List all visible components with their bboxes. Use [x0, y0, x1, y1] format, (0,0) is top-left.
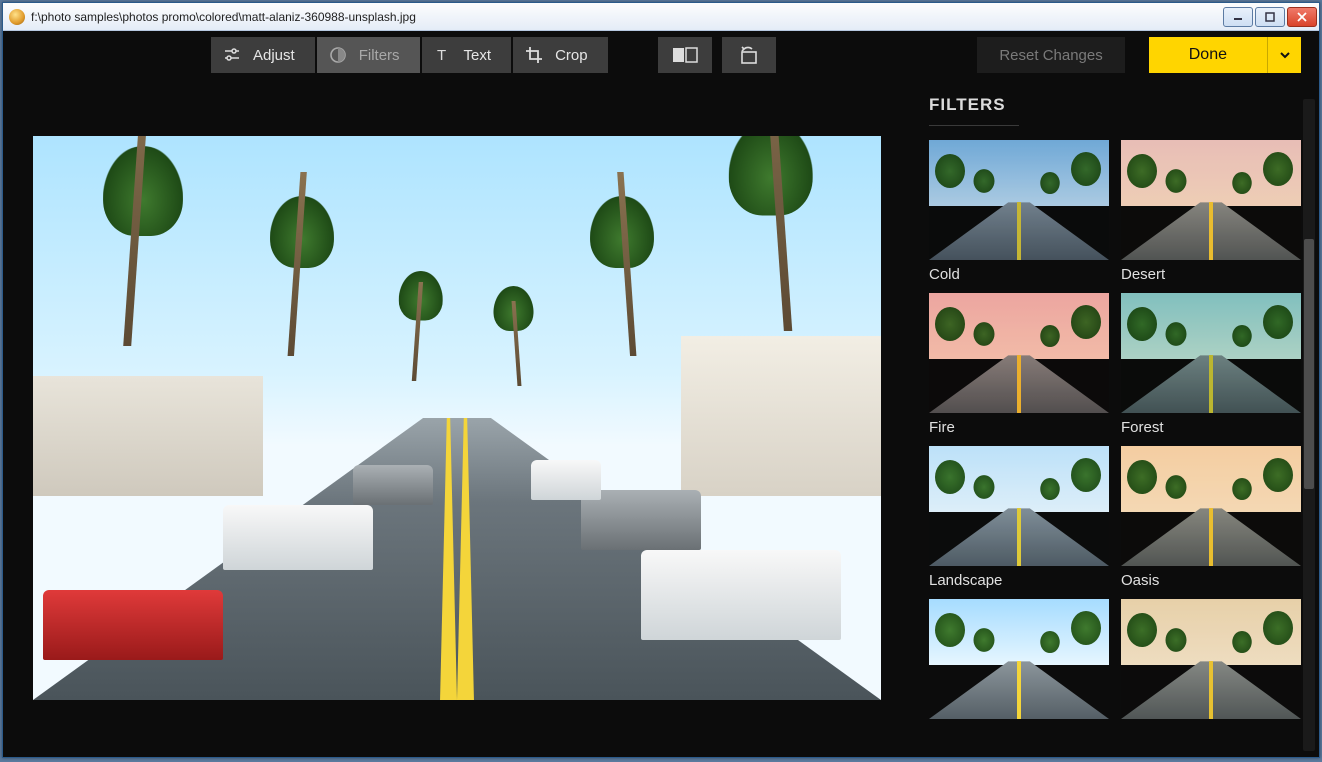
filter-label: Landscape	[929, 572, 1109, 589]
minimize-button[interactable]	[1223, 7, 1253, 27]
filter-circle-icon	[329, 46, 347, 64]
content-area: FILTERS Cold Desert Fire Forest Landscape Oas…	[3, 79, 1319, 757]
filter-label: Desert	[1121, 266, 1301, 283]
window-buttons	[1223, 7, 1317, 27]
window-title: f:\photo samples\photos promo\colored\ma…	[31, 10, 1223, 24]
filter-label: Forest	[1121, 419, 1301, 436]
minimize-icon	[1233, 12, 1243, 22]
app-window: f:\photo samples\photos promo\colored\ma…	[2, 2, 1320, 758]
filter-item-oasis[interactable]: Oasis	[1121, 446, 1301, 589]
filter-thumbnail	[1121, 293, 1301, 413]
filter-item-fire[interactable]: Fire	[929, 293, 1109, 436]
app-icon	[9, 9, 25, 25]
scrollbar-thumb[interactable]	[1304, 239, 1314, 489]
tab-text[interactable]: T Text	[422, 37, 512, 73]
tab-label: Adjust	[253, 47, 295, 64]
util-buttons	[658, 37, 776, 73]
filters-sidebar: FILTERS Cold Desert Fire Forest Landscape Oas…	[911, 79, 1319, 757]
filter-item-forest[interactable]: Forest	[1121, 293, 1301, 436]
reset-label: Reset Changes	[999, 47, 1102, 64]
filter-item-desert[interactable]: Desert	[1121, 140, 1301, 283]
image-preview[interactable]	[33, 136, 881, 700]
filter-label: Fire	[929, 419, 1109, 436]
compare-icon	[672, 47, 698, 63]
filter-label: Cold	[929, 266, 1109, 283]
filter-thumbnail	[929, 446, 1109, 566]
toolbar: Adjust Filters T Text	[3, 31, 1319, 79]
done-group: Done	[1149, 37, 1301, 73]
filter-grid[interactable]: Cold Desert Fire Forest Landscape Oasis	[929, 140, 1319, 757]
close-icon	[1297, 12, 1307, 22]
filter-label: Oasis	[1121, 572, 1301, 589]
rotate-button[interactable]	[722, 37, 776, 73]
crop-icon	[525, 46, 543, 64]
svg-text:T: T	[437, 47, 446, 64]
filter-item-cold[interactable]: Cold	[929, 140, 1109, 283]
tab-label: Crop	[555, 47, 588, 64]
filter-thumbnail	[1121, 599, 1301, 719]
filter-item-landscape[interactable]: Landscape	[929, 446, 1109, 589]
done-dropdown[interactable]	[1267, 37, 1301, 73]
filter-thumbnail	[929, 599, 1109, 719]
filter-thumbnail	[1121, 446, 1301, 566]
tool-tabs: Adjust Filters T Text	[211, 37, 608, 73]
titlebar[interactable]: f:\photo samples\photos promo\colored\ma…	[3, 3, 1319, 31]
close-button[interactable]	[1287, 7, 1317, 27]
scrollbar[interactable]	[1303, 99, 1315, 751]
canvas-area	[3, 79, 911, 757]
filter-item-extra[interactable]	[1121, 599, 1301, 719]
maximize-button[interactable]	[1255, 7, 1285, 27]
filter-thumbnail	[929, 140, 1109, 260]
tab-label: Text	[464, 47, 492, 64]
tab-crop[interactable]: Crop	[513, 37, 608, 73]
tab-adjust[interactable]: Adjust	[211, 37, 315, 73]
maximize-icon	[1265, 12, 1275, 22]
sidebar-divider	[929, 125, 1019, 126]
done-button[interactable]: Done	[1149, 37, 1267, 73]
filter-thumbnail	[1121, 140, 1301, 260]
filter-item-extra[interactable]	[929, 599, 1109, 719]
sliders-icon	[223, 46, 241, 64]
chevron-down-icon	[1279, 49, 1291, 61]
sidebar-title: FILTERS	[929, 95, 1319, 115]
compare-button[interactable]	[658, 37, 712, 73]
reset-button[interactable]: Reset Changes	[977, 37, 1124, 73]
filter-thumbnail	[929, 293, 1109, 413]
app-body: Adjust Filters T Text	[3, 31, 1319, 757]
tab-filters[interactable]: Filters	[317, 37, 420, 73]
rotate-icon	[738, 45, 760, 65]
text-icon: T	[434, 46, 452, 64]
tab-label: Filters	[359, 47, 400, 64]
